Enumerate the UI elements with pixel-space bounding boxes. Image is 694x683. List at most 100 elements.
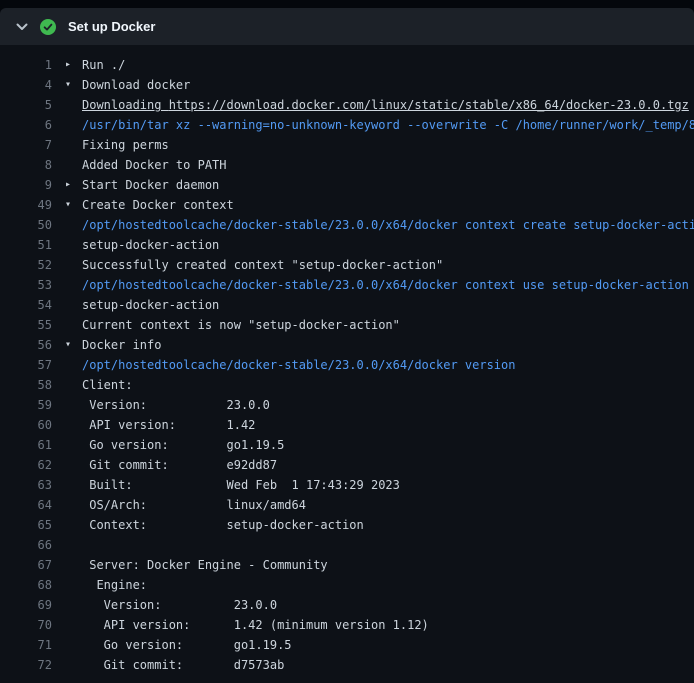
log-line: 72 Git commit: d7573ab bbox=[0, 655, 694, 675]
log-text: Git commit: d7573ab bbox=[82, 658, 284, 672]
log-text: setup-docker-action bbox=[82, 298, 219, 312]
line-number[interactable]: 5 bbox=[0, 95, 52, 115]
log-line: 5 Downloading https://download.docker.com… bbox=[0, 95, 694, 115]
log-line: 1 ▸ Run ./ bbox=[0, 55, 694, 75]
chevron-down-icon[interactable] bbox=[16, 23, 28, 31]
group-chevron-expanded-icon[interactable]: ▾ bbox=[65, 335, 71, 355]
line-number[interactable]: 61 bbox=[0, 435, 52, 455]
line-number[interactable]: 52 bbox=[0, 255, 52, 275]
log-line: 59 Version: 23.0.0 bbox=[0, 395, 694, 415]
log-text: Successfully created context "setup-dock… bbox=[82, 258, 443, 272]
log-line: 57/opt/hostedtoolcache/docker-stable/23.… bbox=[0, 355, 694, 375]
line-number[interactable]: 59 bbox=[0, 395, 52, 415]
line-number[interactable]: 70 bbox=[0, 615, 52, 635]
log-line: 51 setup-docker-action bbox=[0, 235, 694, 255]
log-text: Version: 23.0.0 bbox=[82, 398, 270, 412]
check-circle-success-icon bbox=[40, 19, 56, 35]
log-text: OS/Arch: linux/amd64 bbox=[82, 498, 306, 512]
line-number[interactable]: 8 bbox=[0, 155, 52, 175]
line-number[interactable]: 54 bbox=[0, 295, 52, 315]
log-line: 7 Fixing perms bbox=[0, 135, 694, 155]
line-number[interactable]: 58 bbox=[0, 375, 52, 395]
group-chevron-collapsed-icon[interactable]: ▸ bbox=[65, 55, 71, 75]
log-text: Server: Docker Engine - Community bbox=[82, 558, 328, 572]
log-line: 54 setup-docker-action bbox=[0, 295, 694, 315]
log-line: 61 Go version: go1.19.5 bbox=[0, 435, 694, 455]
log-line: 56 ▾ Docker info bbox=[0, 335, 694, 355]
line-number[interactable]: 62 bbox=[0, 455, 52, 475]
line-number[interactable]: 66 bbox=[0, 535, 52, 555]
log-text: API version: 1.42 bbox=[82, 418, 255, 432]
line-number[interactable]: 9 bbox=[0, 175, 52, 195]
line-number[interactable]: 4 bbox=[0, 75, 52, 95]
group-title[interactable]: Docker info bbox=[82, 338, 161, 352]
log-url-link[interactable]: https://download.docker.com/linux/static… bbox=[169, 98, 689, 112]
log-lines: 1 ▸ Run ./ 4 ▾ Download docker 5 Downloading ht… bbox=[0, 45, 694, 683]
line-number[interactable]: 57 bbox=[0, 355, 52, 375]
line-number[interactable]: 49 bbox=[0, 195, 52, 215]
line-number[interactable]: 68 bbox=[0, 575, 52, 595]
line-number[interactable]: 69 bbox=[0, 595, 52, 615]
line-number[interactable]: 60 bbox=[0, 415, 52, 435]
group-chevron-collapsed-icon[interactable]: ▸ bbox=[65, 175, 71, 195]
line-number[interactable]: 56 bbox=[0, 335, 52, 355]
log-line: 49 ▾ Create Docker context bbox=[0, 195, 694, 215]
command-text: /opt/hostedtoolcache/docker-stable/23.0.… bbox=[82, 358, 515, 372]
group-title[interactable]: Run ./ bbox=[82, 58, 125, 72]
line-number[interactable]: 51 bbox=[0, 235, 52, 255]
step-title: Set up Docker bbox=[68, 19, 155, 34]
group-chevron-expanded-icon[interactable]: ▾ bbox=[65, 75, 71, 95]
log-text: Built: Wed Feb 1 17:43:29 2023 bbox=[82, 478, 400, 492]
log-text: setup-docker-action bbox=[82, 238, 219, 252]
log-text: Current context is now "setup-docker-act… bbox=[82, 318, 400, 332]
line-number[interactable]: 1 bbox=[0, 55, 52, 75]
log-text: Version: 23.0.0 bbox=[82, 598, 277, 612]
line-number[interactable]: 65 bbox=[0, 515, 52, 535]
command-text: /opt/hostedtoolcache/docker-stable/23.0.… bbox=[82, 278, 689, 292]
line-number[interactable]: 7 bbox=[0, 135, 52, 155]
command-text: /opt/hostedtoolcache/docker-stable/23.0.… bbox=[82, 218, 694, 232]
log-text: Downloading bbox=[82, 98, 169, 112]
log-line: 63 Built: Wed Feb 1 17:43:29 2023 bbox=[0, 475, 694, 495]
line-number[interactable]: 71 bbox=[0, 635, 52, 655]
log-line: 66 bbox=[0, 535, 694, 555]
log-text: Go version: go1.19.5 bbox=[82, 438, 284, 452]
log-line: 67 Server: Docker Engine - Community bbox=[0, 555, 694, 575]
log-text: Context: setup-docker-action bbox=[82, 518, 364, 532]
log-text: Git commit: e92dd87 bbox=[82, 458, 277, 472]
log-line: 8 Added Docker to PATH bbox=[0, 155, 694, 175]
line-number[interactable]: 53 bbox=[0, 275, 52, 295]
log-text: Fixing perms bbox=[82, 138, 169, 152]
log-line: 9 ▸ Start Docker daemon bbox=[0, 175, 694, 195]
line-number[interactable]: 55 bbox=[0, 315, 52, 335]
log-text: Engine: bbox=[82, 578, 147, 592]
group-title[interactable]: Download docker bbox=[82, 78, 190, 92]
log-line: 50/opt/hostedtoolcache/docker-stable/23.… bbox=[0, 215, 694, 235]
log-text: Added Docker to PATH bbox=[82, 158, 227, 172]
step-header[interactable]: Set up Docker bbox=[0, 8, 694, 45]
line-number[interactable]: 72 bbox=[0, 655, 52, 675]
log-line: 58 Client: bbox=[0, 375, 694, 395]
line-number[interactable]: 6 bbox=[0, 115, 52, 135]
line-number[interactable]: 67 bbox=[0, 555, 52, 575]
log-line: 70 API version: 1.42 (minimum version 1.… bbox=[0, 615, 694, 635]
log-text: Client: bbox=[82, 378, 133, 392]
log-line: 65 Context: setup-docker-action bbox=[0, 515, 694, 535]
log-line: 60 API version: 1.42 bbox=[0, 415, 694, 435]
log-line: 62 Git commit: e92dd87 bbox=[0, 455, 694, 475]
log-line: 64 OS/Arch: linux/amd64 bbox=[0, 495, 694, 515]
log-line: 68 Engine: bbox=[0, 575, 694, 595]
line-number[interactable]: 64 bbox=[0, 495, 52, 515]
log-text: Go version: go1.19.5 bbox=[82, 638, 292, 652]
log-line: 4 ▾ Download docker bbox=[0, 75, 694, 95]
group-title[interactable]: Create Docker context bbox=[82, 198, 234, 212]
group-title[interactable]: Start Docker daemon bbox=[82, 178, 219, 192]
group-chevron-expanded-icon[interactable]: ▾ bbox=[65, 195, 71, 215]
line-number[interactable]: 63 bbox=[0, 475, 52, 495]
line-number[interactable]: 50 bbox=[0, 215, 52, 235]
command-text: /usr/bin/tar xz --warning=no-unknown-key… bbox=[82, 118, 694, 132]
log-line: 55 Current context is now "setup-docker-a… bbox=[0, 315, 694, 335]
log-line: 52 Successfully created context "setup-do… bbox=[0, 255, 694, 275]
log-line: 71 Go version: go1.19.5 bbox=[0, 635, 694, 655]
log-line: 6/usr/bin/tar xz --warning=no-unknown-ke… bbox=[0, 115, 694, 135]
